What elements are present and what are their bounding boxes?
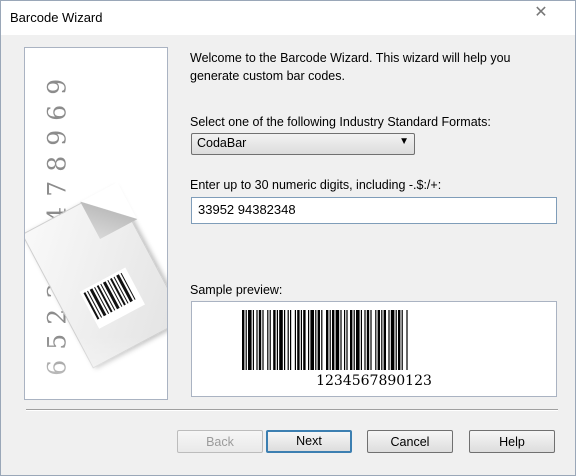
- barcode-bar: [381, 310, 383, 370]
- barcode-bar: [346, 310, 348, 370]
- barcode-bar: [279, 310, 283, 370]
- barcode-bar: [303, 310, 306, 370]
- barcode-bar: [300, 310, 302, 370]
- barcode-bar: [276, 310, 278, 370]
- barcode-bar: [360, 310, 362, 370]
- barcode-bar: [290, 310, 292, 370]
- barcode-bar: [310, 310, 314, 370]
- barcode-bar: [262, 310, 264, 370]
- barcode-bar: [364, 310, 366, 370]
- sample-preview-label: Sample preview:: [190, 283, 283, 297]
- format-selected-value: CodaBar: [197, 136, 247, 150]
- barcode-bar: [269, 310, 271, 370]
- barcode-bar: [395, 310, 397, 370]
- barcode-bar: [383, 310, 386, 370]
- digits-input-frame: [191, 197, 557, 224]
- close-icon[interactable]: ✕: [527, 3, 555, 23]
- barcode-bar: [297, 310, 300, 370]
- title-bar: Barcode Wizard ✕: [1, 1, 575, 35]
- barcode-bar: [353, 310, 355, 370]
- digits-input[interactable]: [192, 198, 556, 220]
- help-button[interactable]: Help: [469, 430, 555, 453]
- barcode-bar: [248, 310, 252, 370]
- barcode-bar: [242, 310, 245, 370]
- barcode-bar: [245, 310, 247, 370]
- barcode-bar: [332, 310, 335, 370]
- digits-label: Enter up to 30 numeric digits, including…: [190, 178, 442, 192]
- barcode-bar: [370, 310, 372, 370]
- welcome-text: Welcome to the Barcode Wizard. This wiza…: [190, 51, 511, 83]
- button-separator: [26, 409, 558, 411]
- wizard-illustration-panel: 9 6 9 8 7 4 5 6 3 2 5 6: [24, 47, 168, 400]
- barcode-bar: [326, 310, 329, 370]
- barcode-bar: [340, 310, 342, 370]
- barcode-bar: [406, 310, 408, 370]
- next-button[interactable]: Next: [266, 430, 352, 453]
- barcode-bar: [398, 310, 401, 370]
- back-button[interactable]: Back: [177, 430, 263, 453]
- barcode-bar: [287, 310, 289, 370]
- barcode-bar: [252, 310, 254, 370]
- barcode-bar: [344, 310, 346, 370]
- barcode-bar: [388, 310, 390, 370]
- sample-barcode: 1234567890123: [242, 310, 432, 389]
- barcode-bar: [375, 310, 377, 370]
- dialog-content: 9 6 9 8 7 4 5 6 3 2 5 6: [9, 35, 567, 467]
- barcode-bar: [329, 310, 331, 370]
- barcode-bar: [308, 310, 310, 370]
- sample-preview-box: 1234567890123: [191, 301, 557, 397]
- barcode-wizard-window: Barcode Wizard ✕ 9 6 9 8 7 4 5 6 3 2 5 6: [0, 0, 576, 476]
- barcode-bar: [294, 310, 296, 370]
- barcode-bar: [356, 310, 360, 370]
- barcode-bar: [267, 310, 269, 370]
- sample-barcode-text: 1234567890123: [316, 373, 432, 389]
- barcode-bar: [401, 310, 403, 370]
- chevron-down-icon: ▼: [399, 136, 409, 147]
- cancel-button[interactable]: Cancel: [367, 430, 453, 453]
- barcode-bar: [315, 310, 317, 370]
- barcode-bar: [284, 310, 286, 370]
- barcode-bar: [321, 310, 323, 370]
- format-dropdown[interactable]: CodaBar ▼: [191, 133, 415, 155]
- barcode-bar: [390, 310, 395, 370]
- barcode-bar: [317, 310, 320, 370]
- barcode-bar: [377, 310, 380, 370]
- barcode-bar: [366, 310, 370, 370]
- barcode-bar: [335, 310, 340, 370]
- digit-glyph: 6: [42, 359, 72, 376]
- barcode-bar: [273, 310, 276, 370]
- barcode-bar: [256, 310, 258, 370]
- window-title: Barcode Wizard: [10, 10, 103, 25]
- format-label: Select one of the following Industry Sta…: [190, 115, 491, 129]
- barcode-bar: [350, 310, 353, 370]
- barcode-bar: [258, 310, 262, 370]
